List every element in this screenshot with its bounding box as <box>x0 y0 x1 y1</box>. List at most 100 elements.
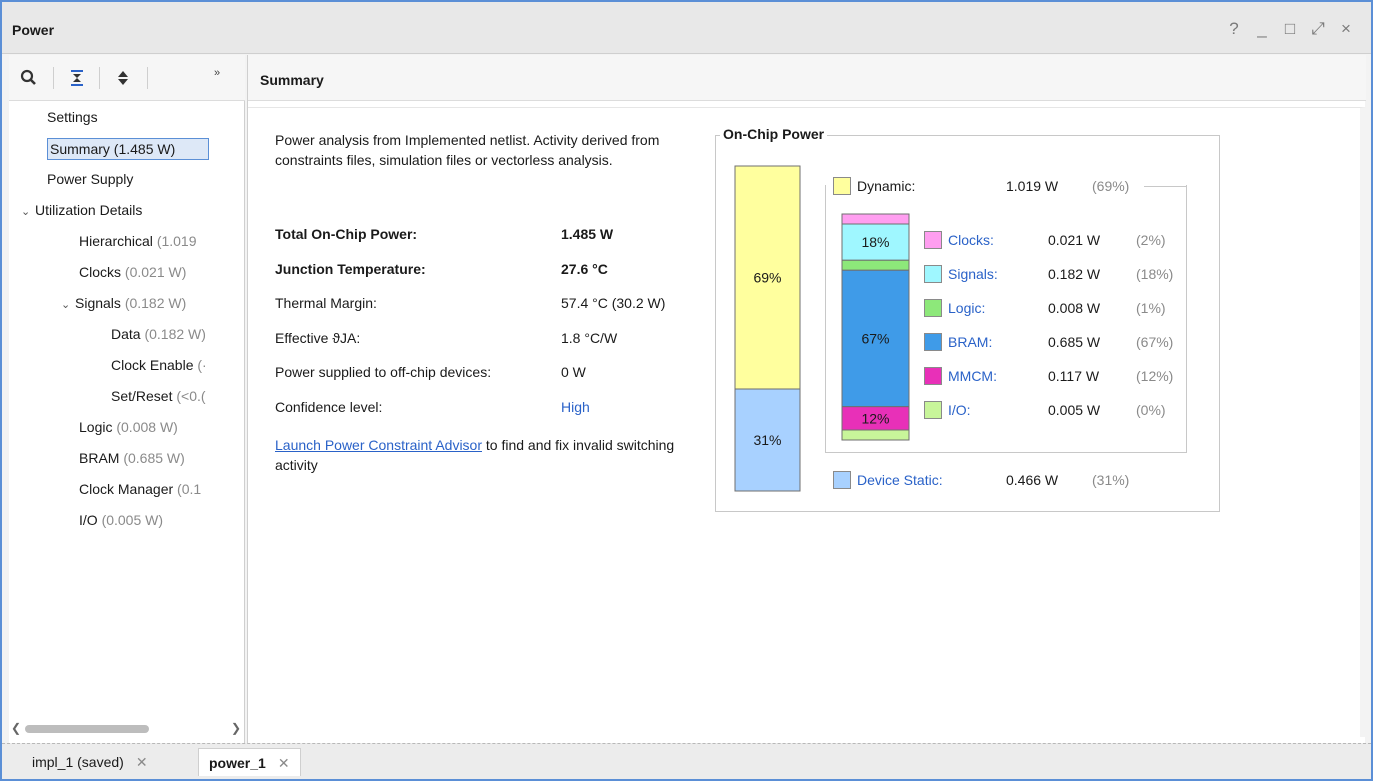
tree-item-value: (0.021 W) <box>124 264 187 280</box>
signals-value: 0.182 W <box>1048 266 1101 282</box>
collapse-all-icon[interactable] <box>65 66 89 90</box>
tab-impl-1[interactable]: impl_1 (saved) ✕ <box>22 748 158 776</box>
expand-all-icon[interactable] <box>111 66 135 90</box>
tree-item-bram[interactable]: BRAM (0.685 W) <box>79 448 185 468</box>
tree-item-label: I/O <box>79 512 98 528</box>
tab-power-1[interactable]: power_1 ✕ <box>198 748 301 776</box>
minimize-icon[interactable]: _ <box>1255 20 1269 38</box>
tree-item-label: Hierarchical <box>79 233 153 249</box>
tree-item-label: Data <box>111 326 141 342</box>
tree-item-label: Summary (1.485 W) <box>50 141 176 157</box>
mmcm-link[interactable]: MMCM: <box>948 368 997 384</box>
more-icon[interactable]: » <box>205 61 229 85</box>
tree-item-signals[interactable]: ⌄ Signals (0.182 W) <box>61 293 186 315</box>
tree-item-clock-manager[interactable]: Clock Manager (0.1 <box>79 479 201 499</box>
io-swatch <box>924 401 942 419</box>
tree-item-settings[interactable]: Settings <box>47 107 98 127</box>
tree-item-set-reset[interactable]: Set/Reset (<0.( <box>111 386 206 406</box>
device-static-link[interactable]: Device Static: <box>857 472 943 488</box>
summary-pane: Summary Power analysis from Implemented … <box>247 55 1366 743</box>
tab-close-icon[interactable]: ✕ <box>278 755 290 771</box>
tree-item-hierarchical[interactable]: Hierarchical (1.019 <box>79 231 197 251</box>
dynamic-percent: (69%) <box>1092 178 1130 194</box>
logic-percent: (1%) <box>1136 300 1166 316</box>
tree-item-value: (0.685 W) <box>123 450 185 466</box>
search-icon[interactable] <box>17 66 41 90</box>
toolbar-divider <box>99 67 100 89</box>
dynamic-bar-label-mmcm: 12% <box>861 410 889 426</box>
tree-item-summary[interactable]: Summary (1.485 W) <box>47 138 209 160</box>
summary-content: Power analysis from Implemented netlist.… <box>248 107 1366 737</box>
dynamic-swatch <box>833 177 851 195</box>
tree-item-label: Signals <box>75 295 121 311</box>
tree-item-value: (0.008 W) <box>116 419 178 435</box>
summary-header: Summary <box>248 55 1366 101</box>
scroll-right-icon[interactable]: ❯ <box>231 721 241 735</box>
power-tree: Settings Summary (1.485 W) Power Supply … <box>9 107 245 537</box>
tree-item-label: Power Supply <box>47 171 134 187</box>
device-static-swatch <box>833 471 851 489</box>
device-static-percent: (31%) <box>1092 472 1130 488</box>
tree-item-power-supply[interactable]: Power Supply <box>47 169 133 189</box>
tree-item-value: (0.005 W) <box>101 512 164 528</box>
title-bar: Power ? _ □ ⤢ × <box>2 2 1371 54</box>
tree-item-data[interactable]: Data (0.182 W) <box>111 324 206 344</box>
bram-value: 0.685 W <box>1048 334 1101 350</box>
power-window: Power ? _ □ ⤢ × » Settings Summary (1.48… <box>0 0 1373 781</box>
io-link[interactable]: I/O: <box>948 402 971 418</box>
mmcm-percent: (12%) <box>1136 368 1174 384</box>
dynamic-bar-io-segment <box>841 429 910 441</box>
tree-item-label: Logic <box>79 419 113 435</box>
tab-label: impl_1 (saved) <box>32 754 124 770</box>
bram-swatch <box>924 333 942 351</box>
tree-item-label: Utilization Details <box>35 202 143 218</box>
tree-item-label: Clock Manager <box>79 481 174 497</box>
tab-close-icon[interactable]: ✕ <box>136 754 148 770</box>
clocks-link[interactable]: Clocks: <box>948 232 994 248</box>
logic-link[interactable]: Logic: <box>948 300 985 316</box>
tree-item-value: (<0.( <box>176 388 206 404</box>
window-title: Power <box>12 22 55 38</box>
total-bar-label-dynamic: 69% <box>753 270 781 286</box>
tree-item-logic[interactable]: Logic (0.008 W) <box>79 417 178 437</box>
bram-link[interactable]: BRAM: <box>948 334 992 350</box>
signals-link[interactable]: Signals: <box>948 266 998 282</box>
tree-item-utilization-details[interactable]: ⌄ Utilization Details <box>21 200 142 222</box>
dynamic-value: 1.019 W <box>1006 178 1059 194</box>
tree-item-clocks[interactable]: Clocks (0.021 W) <box>79 262 186 282</box>
tree-item-label: Clocks <box>79 264 122 280</box>
mmcm-value: 0.117 W <box>1048 368 1100 384</box>
chevron-down-icon[interactable]: ⌄ <box>21 202 33 222</box>
io-value: 0.005 W <box>1048 402 1101 418</box>
tree-item-value: (0.182 W) <box>144 326 206 342</box>
total-bar-label-static: 31% <box>753 432 781 448</box>
dynamic-name: Dynamic: <box>857 178 916 194</box>
window-controls: ? _ □ ⤢ × <box>1227 20 1353 38</box>
help-icon[interactable]: ? <box>1227 20 1241 38</box>
clocks-swatch <box>924 231 942 249</box>
tree-item-value: (1.019 <box>156 233 197 249</box>
horizontal-scrollbar[interactable]: ❮ ❯ <box>9 719 245 737</box>
chevron-down-icon[interactable]: ⌄ <box>61 295 73 315</box>
signals-swatch <box>924 265 942 283</box>
signals-percent: (18%) <box>1136 266 1174 282</box>
close-icon[interactable]: × <box>1339 20 1353 38</box>
tree-item-value: (0.182 W) <box>124 295 187 311</box>
maximize-icon[interactable]: □ <box>1283 20 1297 38</box>
io-percent: (0%) <box>1136 402 1166 418</box>
scroll-thumb[interactable] <box>25 725 149 733</box>
dynamic-bar-label-signals: 18% <box>861 234 889 250</box>
scroll-left-icon[interactable]: ❮ <box>11 721 21 735</box>
navigation-pane: » Settings Summary (1.485 W) Power Suppl… <box>9 55 245 743</box>
toolbar-divider <box>53 67 54 89</box>
tree-item-label: Set/Reset <box>111 388 173 404</box>
bram-percent: (67%) <box>1136 334 1174 350</box>
tree-item-clock-enable[interactable]: Clock Enable (· <box>111 355 207 375</box>
logic-value: 0.008 W <box>1048 300 1101 316</box>
tree-item-value: (0.1 <box>177 481 202 497</box>
dynamic-bar-clocks-segment <box>841 213 910 225</box>
float-icon[interactable]: ⤢ <box>1311 20 1325 38</box>
tree-item-io[interactable]: I/O (0.005 W) <box>79 510 163 530</box>
dynamic-bar-label-bram: 67% <box>861 330 889 346</box>
tree-item-label: BRAM <box>79 450 120 466</box>
